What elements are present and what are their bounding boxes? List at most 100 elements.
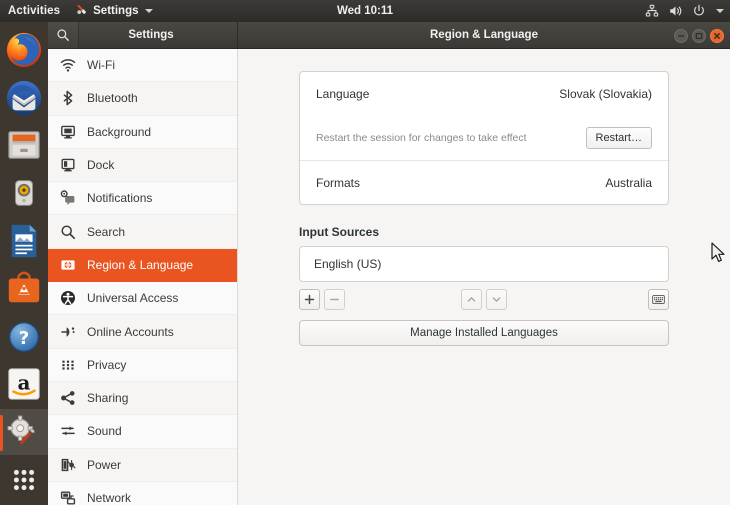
chevron-up-icon xyxy=(467,296,476,302)
move-up-button[interactable] xyxy=(461,288,482,310)
move-down-button[interactable] xyxy=(486,288,507,310)
sidebar-item-label: Dock xyxy=(87,158,115,173)
dock-item-firefox[interactable] xyxy=(0,27,48,73)
remove-input-source-button[interactable] xyxy=(324,288,345,310)
gnome-top-bar: Activities Settings Wed 10:11 xyxy=(0,0,730,22)
sidebar-item-label: Search xyxy=(87,224,126,239)
sidebar-item-label: Wi-Fi xyxy=(87,58,115,73)
dock-item-rhythmbox[interactable] xyxy=(0,170,48,216)
input-sources-title: Input Sources xyxy=(299,225,380,239)
settings-sidebar: Wi-Fi Bluetooth Background Dock Notifica… xyxy=(48,49,238,505)
dock-item-ubuntu-software[interactable] xyxy=(0,266,48,312)
thunderbird-icon xyxy=(6,80,42,115)
language-row[interactable]: Language Slovak (Slovakia) xyxy=(300,72,668,116)
chevron-down-icon xyxy=(144,9,153,13)
sidebar-item-region-language[interactable]: Region & Language xyxy=(48,248,237,283)
sidebar-item-background[interactable]: Background xyxy=(48,115,237,149)
dock-item-help[interactable]: ? xyxy=(0,314,48,360)
formats-value: Australia xyxy=(605,175,652,190)
sidebar-item-label: Online Accounts xyxy=(87,324,174,339)
close-button[interactable] xyxy=(710,28,724,43)
power-icon xyxy=(61,458,76,471)
files-icon xyxy=(8,131,40,160)
app-menu-label: Settings xyxy=(93,5,139,17)
sound-icon xyxy=(61,426,75,436)
settings-icon xyxy=(7,415,35,445)
sidebar-item-label: Network xyxy=(87,491,132,505)
dock-item-settings[interactable] xyxy=(0,409,48,456)
minimize-button[interactable] xyxy=(674,28,688,43)
search-icon xyxy=(61,225,76,239)
sidebar-item-sound[interactable]: Sound xyxy=(48,415,237,449)
maximize-button[interactable] xyxy=(692,28,706,43)
network-wired-icon[interactable] xyxy=(645,4,659,18)
privacy-icon xyxy=(62,360,74,370)
restart-note: Restart the session for changes to take … xyxy=(316,132,527,144)
window-titlebar: Settings Region & Language xyxy=(48,22,730,49)
chevron-down-icon[interactable] xyxy=(716,9,724,13)
power-icon[interactable] xyxy=(692,4,706,18)
sidebar-item-sharing[interactable]: Sharing xyxy=(48,381,237,416)
sidebar-item-dock[interactable]: Dock xyxy=(48,148,237,183)
svg-text:?: ? xyxy=(19,328,29,349)
region-language-icon xyxy=(61,260,75,270)
sidebar-item-power[interactable]: Power xyxy=(48,448,237,482)
dock-item-thunderbird[interactable] xyxy=(0,75,48,121)
window-body: Wi-Fi Bluetooth Background Dock Notifica… xyxy=(48,49,730,505)
add-input-source-button[interactable] xyxy=(299,288,320,310)
restart-button[interactable]: Restart… xyxy=(585,126,652,150)
dock-item-amazon[interactable]: a xyxy=(0,362,48,408)
online-accounts-icon xyxy=(61,326,75,337)
formats-label: Formats xyxy=(316,175,361,190)
help-icon: ? xyxy=(9,321,39,352)
sidebar-item-label: Sound xyxy=(87,424,122,439)
app-menu-button[interactable]: Settings xyxy=(69,0,158,22)
keyboard-layout-group xyxy=(648,288,669,310)
reorder-buttons xyxy=(461,288,507,310)
dock-item-show-applications[interactable] xyxy=(0,457,48,503)
titlebar-sidebar-area: Settings xyxy=(48,22,238,49)
keyboard-layout-button[interactable] xyxy=(648,288,669,310)
page-title: Region & Language xyxy=(430,29,538,41)
firefox-icon xyxy=(6,32,42,67)
svg-text:a: a xyxy=(18,371,31,395)
sidebar-item-label: Sharing xyxy=(87,391,129,406)
language-card: Language Slovak (Slovakia) Restart the s… xyxy=(299,71,669,205)
network-icon xyxy=(60,491,76,505)
volume-icon[interactable] xyxy=(668,4,683,18)
universal-access-icon xyxy=(61,291,75,306)
wifi-icon xyxy=(60,59,76,72)
sidebar-item-notifications[interactable]: Notifications xyxy=(48,182,237,216)
sidebar-item-network[interactable]: Network xyxy=(48,481,237,505)
settings-content-panel: Language Slovak (Slovakia) Restart the s… xyxy=(238,49,730,505)
formats-row[interactable]: Formats Australia xyxy=(300,160,668,204)
activities-button[interactable]: Activities xyxy=(0,0,69,22)
activities-label: Activities xyxy=(8,5,61,17)
sidebar-item-wifi[interactable]: Wi-Fi xyxy=(48,49,237,83)
libreoffice-writer-icon xyxy=(11,224,37,258)
show-applications-icon xyxy=(13,469,35,491)
sidebar-item-privacy[interactable]: Privacy xyxy=(48,348,237,382)
sidebar-item-universal-access[interactable]: Universal Access xyxy=(48,282,237,316)
sidebar-item-online-accounts[interactable]: Online Accounts xyxy=(48,315,237,349)
dock-item-libreoffice-writer[interactable] xyxy=(0,218,48,264)
settings-gear-wrench-icon xyxy=(75,3,88,19)
settings-window: Settings Region & Language Wi-Fi Bluetoo… xyxy=(48,22,730,505)
sharing-icon xyxy=(61,391,75,406)
sidebar-item-label: Background xyxy=(87,124,152,139)
sidebar-item-label: Privacy xyxy=(87,357,127,372)
input-sources-toolbar xyxy=(299,288,669,310)
list-item[interactable]: English (US) xyxy=(314,257,381,271)
dock-icon xyxy=(61,158,75,172)
sidebar-item-search[interactable]: Search xyxy=(48,215,237,249)
chevron-down-icon xyxy=(492,296,501,302)
amazon-icon: a xyxy=(8,368,40,401)
titlebar-content-area: Region & Language xyxy=(238,22,730,48)
input-sources-list[interactable]: English (US) xyxy=(299,246,669,282)
manage-installed-languages-button[interactable]: Manage Installed Languages xyxy=(299,320,669,346)
dock-item-files[interactable] xyxy=(0,123,48,169)
sidebar-item-bluetooth[interactable]: Bluetooth xyxy=(48,82,237,116)
keyboard-icon xyxy=(652,294,665,304)
desktop-screen: Activities Settings Wed 10:11 ? a Settin… xyxy=(0,0,730,505)
search-icon[interactable] xyxy=(48,22,79,49)
